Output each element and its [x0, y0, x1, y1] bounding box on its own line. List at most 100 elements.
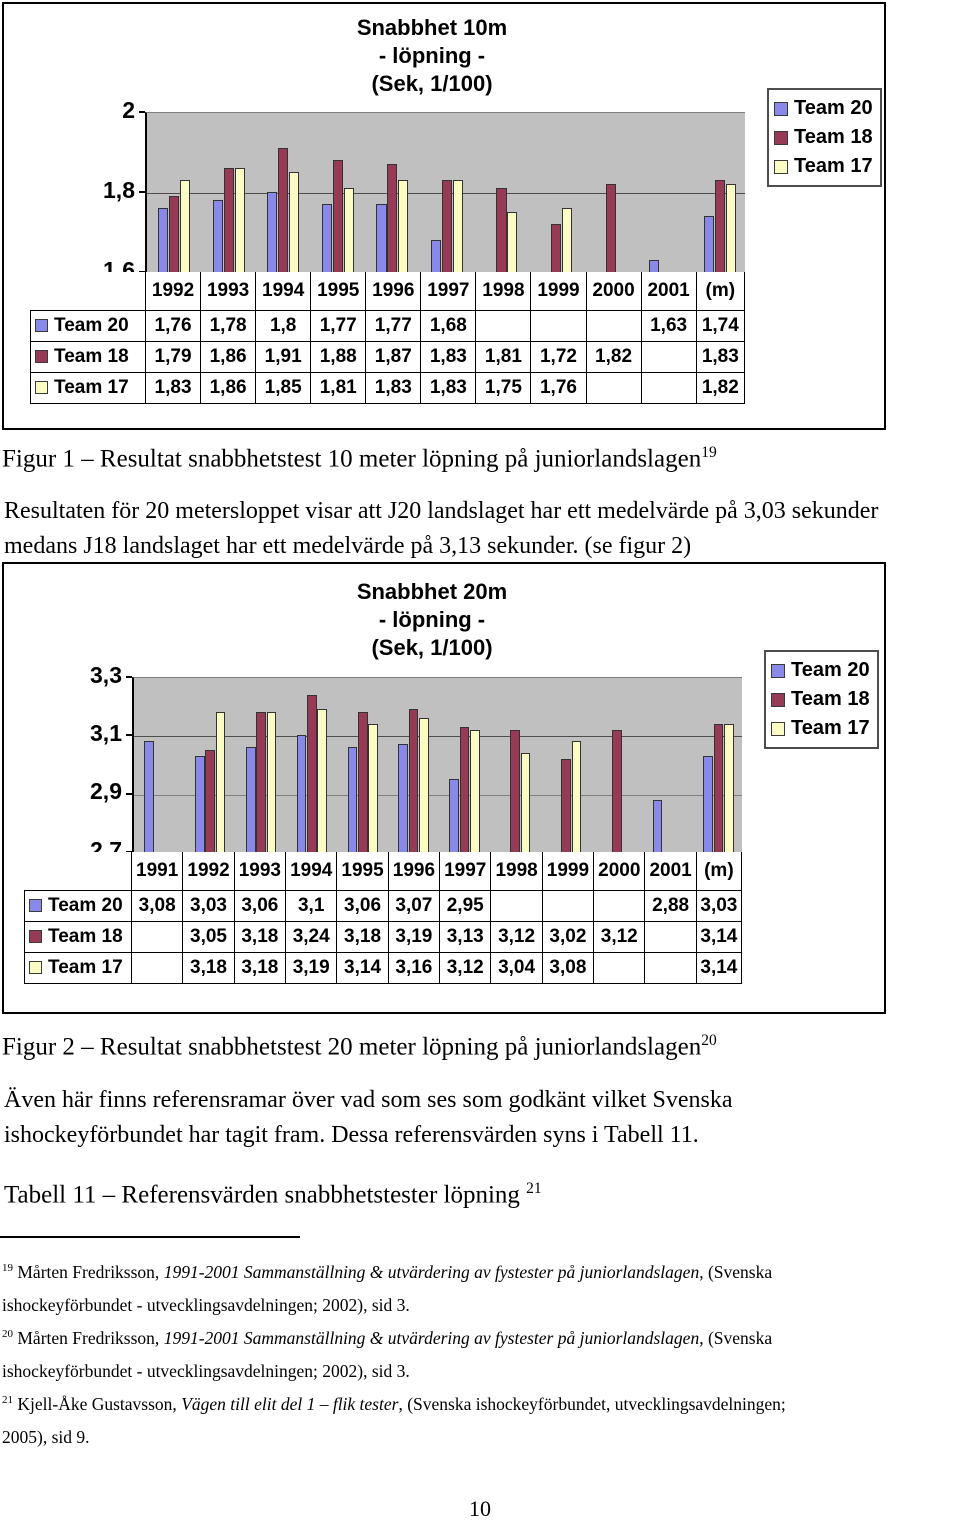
- y-axis-tick-label: 2: [122, 96, 135, 123]
- table-cell: 2,88: [644, 889, 697, 922]
- chart-bar: [212, 200, 223, 272]
- chart-bar: [571, 741, 582, 852]
- table-cell: 1,72: [530, 340, 587, 373]
- table-cell: 3,04: [490, 951, 543, 984]
- y-axis-tick-mark: [139, 111, 145, 113]
- chart-bar: [649, 260, 660, 272]
- table-row-label-team-17: Team 17: [30, 371, 146, 404]
- chart-bar: [652, 799, 663, 852]
- chart-bar: [703, 216, 714, 272]
- bar-group: [147, 113, 202, 272]
- bar-group: [311, 113, 366, 272]
- footnote-20: 20 Mårten Fredriksson, 1991-2001 Sammans…: [2, 1318, 958, 1388]
- table-column-header: 1995: [336, 852, 389, 891]
- paragraph-1-line-1: Resultaten för 20 metersloppet visar att…: [4, 498, 879, 524]
- table-cell: 3,02: [541, 920, 595, 953]
- chart-data-table: 1992 1993 1994 1995 1996 1997 1998 1999 2000 2001…: [30, 272, 746, 404]
- chart-bar: [307, 694, 317, 852]
- table-cell: [585, 371, 642, 404]
- table-cell: 3,08: [130, 889, 184, 922]
- bar-group: [693, 678, 744, 852]
- chart-bar: [419, 717, 429, 852]
- figure-1-footnote-marker: 19: [701, 444, 717, 461]
- y-axis-tick-label: 2,9: [90, 778, 122, 805]
- footnote-marker: 21: [2, 1394, 13, 1406]
- table-row: Team 18 3,05 3,18 3,24 3,18 3,19 3,13 3,12 3,02 3…: [24, 920, 743, 953]
- table-cell: 3,14: [695, 951, 743, 984]
- y-axis-tick-mark: [126, 734, 132, 737]
- table-cell: 1,88: [310, 340, 367, 373]
- table-series-name: Team 18: [48, 925, 123, 947]
- table-cell: 1,78: [200, 309, 257, 342]
- figure-2-caption: Figur 2 – Resultat snabbhetstest 20 mete…: [2, 1032, 902, 1061]
- chart-plot-area: [145, 112, 745, 272]
- table-column-header: 1994: [285, 852, 338, 891]
- chart-bar: [332, 160, 343, 272]
- chart-bar: [408, 709, 419, 852]
- table-color-swatch: [29, 961, 42, 974]
- table-cell: 3,03: [182, 889, 235, 922]
- bar-group: [692, 113, 747, 272]
- legend-color-swatch: [774, 130, 788, 145]
- table-row: Team 20 1,76 1,78 1,8 1,77 1,77 1,68 1,63 1,74: [30, 309, 746, 342]
- bar-group: [439, 678, 490, 852]
- table-cell: [644, 920, 697, 953]
- figure-1-chart-frame: Snabbhet 10m - löpning - (Sek, 1/100) Team …: [2, 2, 886, 430]
- footnote-21: 21 Kjell-Åke Gustavsson, Vägen till elit…: [2, 1384, 958, 1454]
- legend-label: Team 17: [791, 717, 870, 739]
- chart-title-line: - löpning -: [378, 607, 486, 633]
- figure-1-caption-text: Figur 1 – Resultat snabbhetstest 10 mete…: [2, 445, 702, 473]
- table-column-header: 2001: [640, 272, 697, 311]
- table-cell: [490, 889, 543, 922]
- table-row-label-team-20: Team 20: [30, 309, 146, 342]
- figure-2-footnote-marker: 20: [701, 1032, 717, 1049]
- table-cell: 1,75: [475, 371, 532, 404]
- chart-title: Snabbhet 20m - löpning - (Sek, 1/100): [222, 578, 642, 662]
- chart-bar: [496, 188, 507, 272]
- bar-group: [388, 678, 439, 852]
- chart-bar: [368, 723, 378, 852]
- chart-title-line: - löpning -: [378, 43, 486, 69]
- footnote-19: 19 Mårten Fredriksson, 1991-2001 Sammans…: [2, 1252, 958, 1322]
- table-cell: 3,1: [285, 889, 338, 922]
- chart-bar: [714, 180, 725, 272]
- y-axis-tick-mark: [139, 191, 145, 193]
- table-cell: 3,06: [336, 889, 389, 922]
- table-11-caption: Tabell 11 – Referensvärden snabbhetstest…: [4, 1180, 904, 1209]
- chart-bar: [507, 212, 518, 272]
- table-cell: 3,06: [233, 889, 287, 922]
- table-cell: 1,76: [530, 371, 587, 404]
- figure-2-chart: Snabbhet 20m - löpning - (Sek, 1/100) Team …: [4, 564, 884, 1012]
- chart-bar: [561, 758, 571, 852]
- legend-item-team-18: Team 18: [774, 123, 873, 152]
- legend-item-team-17: Team 17: [771, 714, 870, 743]
- table-cell: 1,77: [365, 309, 422, 342]
- table-cell: 3,14: [336, 951, 389, 984]
- chart-bar: [144, 741, 154, 852]
- figure-1-chart: Snabbhet 10m - löpning - (Sek, 1/100) Team …: [4, 4, 884, 428]
- y-axis-tick-label: 1,8: [103, 176, 135, 203]
- table-cell: 3,19: [387, 920, 441, 953]
- chart-bar: [256, 712, 266, 852]
- table-row: Team 18 1,79 1,86 1,91 1,88 1,87 1,83 1,81 1,72 1…: [30, 340, 746, 373]
- table-cell: [130, 951, 184, 984]
- paragraph-1-line-2: medans J18 landslaget har ett medelvärde…: [4, 533, 692, 559]
- footnote-separator-rule: [0, 1236, 300, 1238]
- legend-item-team-18: Team 18: [771, 685, 870, 714]
- footnote-line-1: 19 Mårten Fredriksson, 1991-2001 Sammans…: [2, 1252, 958, 1289]
- table-cell: 3,24: [285, 920, 338, 953]
- chart-bar: [452, 180, 463, 272]
- table-color-swatch: [35, 381, 48, 394]
- table-header-row: 1992 1993 1994 1995 1996 1997 1998 1999 2000 2001…: [31, 272, 746, 311]
- table-cell: 1,81: [310, 371, 367, 404]
- chart-bar: [278, 148, 289, 272]
- table-cell: 1,79: [144, 340, 202, 373]
- table-series-name: Team 17: [48, 956, 123, 978]
- y-axis-tick-label: 3,3: [90, 661, 122, 688]
- table-cell: [640, 371, 697, 404]
- y-axis-tick-mark: [126, 792, 132, 795]
- chart-data-table: 1991 1992 1993 1994 1995 1996 1997 1998 1999 2000…: [24, 852, 743, 984]
- table-row-label-team-18: Team 18: [24, 920, 132, 953]
- footnote-line-2: ishockeyförbundet - utvecklingsavdelning…: [2, 1294, 410, 1315]
- table-column-header: 1996: [387, 852, 441, 891]
